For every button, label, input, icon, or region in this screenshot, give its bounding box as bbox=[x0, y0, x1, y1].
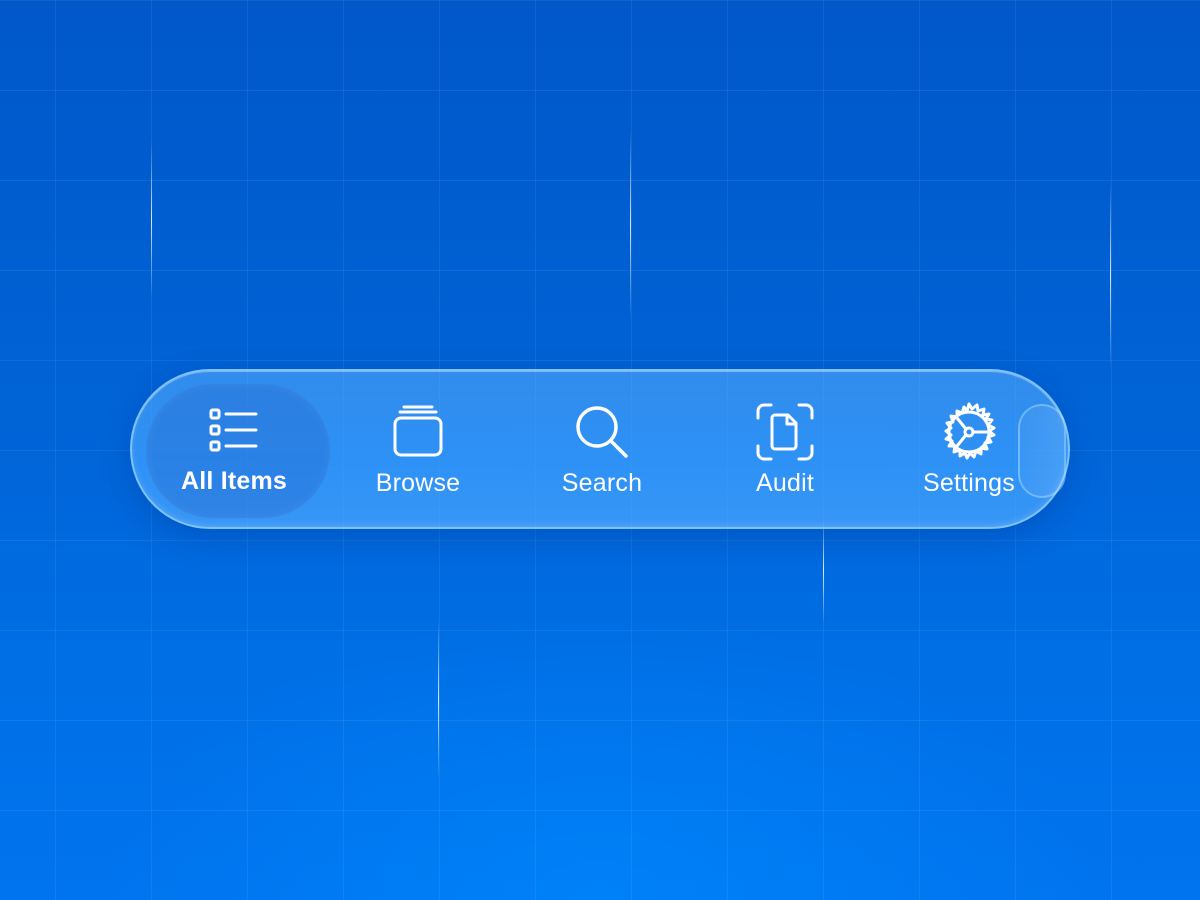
tab-label: Search bbox=[561, 469, 643, 497]
light-streak bbox=[823, 515, 824, 625]
tab-label: Audit bbox=[756, 469, 814, 497]
light-streak bbox=[1110, 180, 1111, 370]
list-icon bbox=[202, 398, 266, 462]
stacked-folders-icon bbox=[386, 400, 450, 464]
tab-audit[interactable]: Audit bbox=[693, 371, 877, 527]
tab-label: All Items bbox=[181, 467, 287, 495]
light-streak bbox=[151, 140, 152, 300]
tab-label: Browse bbox=[375, 469, 461, 497]
tab-browse[interactable]: Browse bbox=[326, 371, 510, 527]
tab-all-items[interactable]: All Items bbox=[142, 369, 326, 525]
scroll-handle[interactable] bbox=[1018, 404, 1066, 498]
light-streak bbox=[630, 130, 631, 320]
gear-icon bbox=[937, 400, 1001, 464]
tab-bar: All Items Browse Search Audit Settings bbox=[130, 369, 1070, 529]
tab-search[interactable]: Search bbox=[510, 371, 694, 527]
tab-label: Settings bbox=[923, 469, 1015, 497]
document-scan-icon bbox=[753, 400, 817, 464]
light-streak bbox=[438, 620, 439, 780]
magnifying-glass-icon bbox=[570, 400, 634, 464]
